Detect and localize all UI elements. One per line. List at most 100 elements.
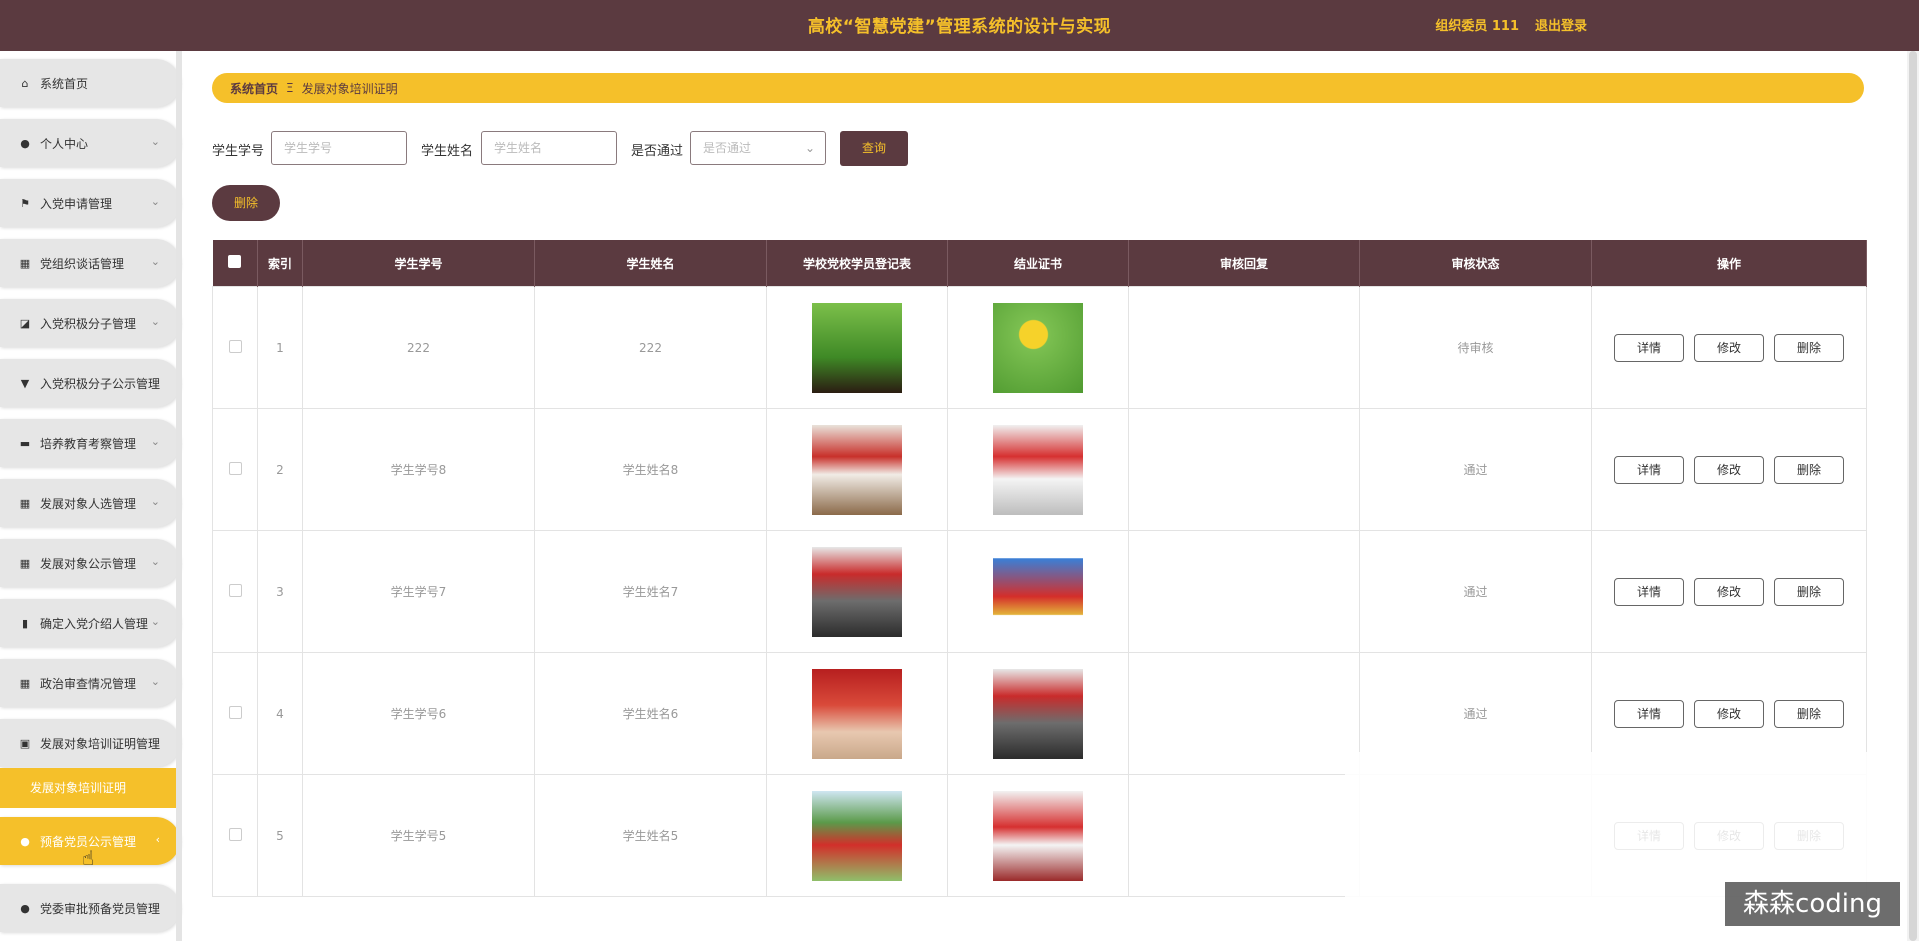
chevron-down-icon: ⌄ — [150, 255, 160, 268]
row-student-name: 222 — [534, 286, 767, 409]
detail-button[interactable]: 详情 — [1614, 333, 1684, 362]
row-reply — [1128, 286, 1360, 409]
top-bar: 高校“智慧党建”管理系统的设计与实现 组织委员 111 退出登录 — [0, 0, 1919, 51]
chevron-down-icon: ⌄ — [150, 315, 160, 328]
registration-form-image[interactable] — [812, 424, 902, 515]
row-student-id: 学生学号6 — [302, 652, 535, 775]
chevron-down-icon: ⌄ — [150, 195, 160, 208]
select-all-cell[interactable] — [212, 240, 258, 287]
edit-button[interactable]: 修改 — [1694, 455, 1764, 484]
briefcase-icon: ▬ — [19, 436, 31, 450]
home-icon: ⌂ — [21, 76, 29, 90]
sidebar-item-home[interactable]: ⌂ 系统首页 — [0, 59, 180, 107]
select-all-checkbox[interactable] — [228, 255, 242, 268]
column-header: 学生学号 — [302, 240, 535, 287]
column-header: 审核状态 — [1359, 240, 1592, 287]
user-icon: ● — [20, 136, 30, 150]
student-name-input[interactable] — [481, 131, 617, 165]
certificate-image[interactable] — [993, 546, 1083, 637]
delete-button[interactable]: 删除 — [1774, 699, 1844, 728]
edit-button[interactable]: 修改 — [1694, 333, 1764, 362]
student-id-label: 学生学号 — [212, 144, 265, 159]
column-header: 操作 — [1591, 240, 1867, 287]
sidebar-item-label: 系统首页 — [40, 76, 89, 91]
registration-form-image[interactable] — [812, 546, 902, 637]
sidebar-item-training-certificate[interactable]: ▣ 发展对象培训证明管理 — [0, 719, 180, 767]
row-reply — [1128, 530, 1360, 653]
delete-button[interactable]: 删除 — [1774, 577, 1844, 606]
sidebar-item-talk[interactable]: ▦ 党组织谈话管理 ⌄ — [0, 239, 180, 287]
grid-icon: ▦ — [19, 676, 31, 690]
row-reply — [1128, 774, 1360, 897]
edit-button[interactable]: 修改 — [1694, 699, 1764, 728]
delete-button[interactable]: 删除 — [1774, 333, 1844, 362]
registration-form-image[interactable] — [812, 790, 902, 881]
sidebar-item-label: 发展对象公示管理 — [40, 556, 137, 571]
logout-link[interactable]: 退出登录 — [1535, 15, 1587, 34]
registration-form-image[interactable] — [812, 668, 902, 759]
row-checkbox[interactable] — [228, 461, 242, 475]
sidebar-item-label: 发展对象培训证明管理 — [40, 736, 161, 751]
sidebar-item-introducer[interactable]: ▮ 确定入党介绍人管理 ⌄ — [0, 599, 180, 647]
row-student-name: 学生姓名7 — [534, 530, 767, 653]
chevron-down-icon: ⌄ — [150, 555, 160, 568]
detail-button[interactable]: 详情 — [1614, 455, 1684, 484]
row-checkbox[interactable] — [228, 705, 242, 719]
table-header-row: 索引 学生学号 学生姓名 学校党校学员登记表 结业证书 审核回复 审核状态 操作 — [212, 240, 1867, 287]
edit-button[interactable]: 修改 — [1694, 577, 1764, 606]
certificate-image[interactable] — [993, 424, 1083, 515]
bar-chart-icon: ▮ — [21, 616, 29, 630]
certificate-image[interactable] — [993, 302, 1083, 393]
sidebar-item-committee-approval[interactable]: ● 党委审批预备党员管理 — [0, 884, 180, 932]
row-index: 5 — [257, 774, 303, 897]
grid-icon: ▦ — [19, 256, 31, 270]
sidebar-item-activists-publicity[interactable]: ▼ 入党积极分子公示管理 — [0, 359, 180, 407]
student-id-input[interactable] — [271, 131, 407, 165]
breadcrumb-home[interactable]: 系统首页 — [230, 80, 278, 97]
sidebar-item-training-inspection[interactable]: ▬ 培养教育考察管理 ⌄ — [0, 419, 180, 467]
passed-select[interactable]: 是否通过 ⌄ — [690, 131, 826, 165]
sidebar-item-label: 入党积极分子管理 — [40, 316, 137, 331]
page-scrollbar[interactable] — [1907, 51, 1919, 941]
table-row: 2 学生学号8 学生姓名8 通过 详情 修改 删除 — [212, 408, 1867, 531]
row-status: 通过 — [1359, 530, 1592, 653]
certificate-image[interactable] — [993, 668, 1083, 759]
flag-icon: ⚑ — [20, 196, 30, 210]
user-icon: ● — [20, 834, 30, 848]
chevron-left-icon: ‹ — [155, 833, 160, 846]
sidebar-item-candidates[interactable]: ▦ 发展对象人选管理 ⌄ — [0, 479, 180, 527]
submenu-training-certificate[interactable]: 发展对象培训证明 — [0, 768, 182, 808]
query-button[interactable]: 查询 — [840, 131, 908, 166]
row-checkbox[interactable] — [228, 583, 242, 597]
sidebar-item-label: 入党积极分子公示管理 — [40, 376, 161, 391]
batch-delete-button[interactable]: 删除 — [212, 185, 280, 221]
row-reply — [1128, 652, 1360, 775]
row-status: 通过 — [1359, 408, 1592, 531]
certificate-image[interactable] — [993, 790, 1083, 881]
row-student-name: 学生姓名6 — [534, 652, 767, 775]
chevron-down-icon: ⌄ — [150, 435, 160, 448]
sidebar-item-political-review[interactable]: ▦ 政治审查情况管理 ⌄ — [0, 659, 180, 707]
breadcrumb-current: 发展对象培训证明 — [301, 81, 398, 96]
sidebar-item-party-application[interactable]: ⚑ 入党申请管理 ⌄ — [0, 179, 180, 227]
detail-button[interactable]: 详情 — [1614, 577, 1684, 606]
row-checkbox[interactable] — [228, 339, 242, 353]
sidebar: ⌂ 系统首页 ● 个人中心 ⌄ ⚑ 入党申请管理 ⌄ ▦ 党组织谈话管理 ⌄ ◪… — [0, 51, 182, 941]
detail-button[interactable]: 详情 — [1614, 699, 1684, 728]
sidebar-item-personal-center[interactable]: ● 个人中心 ⌄ — [0, 119, 180, 167]
row-checkbox[interactable] — [228, 827, 242, 841]
pin-icon: ▼ — [20, 376, 30, 390]
column-header: 学生姓名 — [534, 240, 767, 287]
row-index: 1 — [257, 286, 303, 409]
sidebar-item-label: 入党申请管理 — [40, 196, 113, 211]
delete-button[interactable]: 删除 — [1774, 455, 1844, 484]
current-user: 组织委员 111 — [1435, 19, 1519, 34]
row-index: 4 — [257, 652, 303, 775]
row-index: 2 — [257, 408, 303, 531]
registration-form-image[interactable] — [812, 302, 902, 393]
breadcrumb-separator: Ξ — [286, 81, 294, 95]
chevron-down-icon: ⌄ — [150, 495, 160, 508]
sidebar-item-activists[interactable]: ◪ 入党积极分子管理 ⌄ — [0, 299, 180, 347]
sidebar-item-label: 党组织谈话管理 — [40, 256, 125, 271]
sidebar-item-candidates-publicity[interactable]: ▦ 发展对象公示管理 ⌄ — [0, 539, 180, 587]
